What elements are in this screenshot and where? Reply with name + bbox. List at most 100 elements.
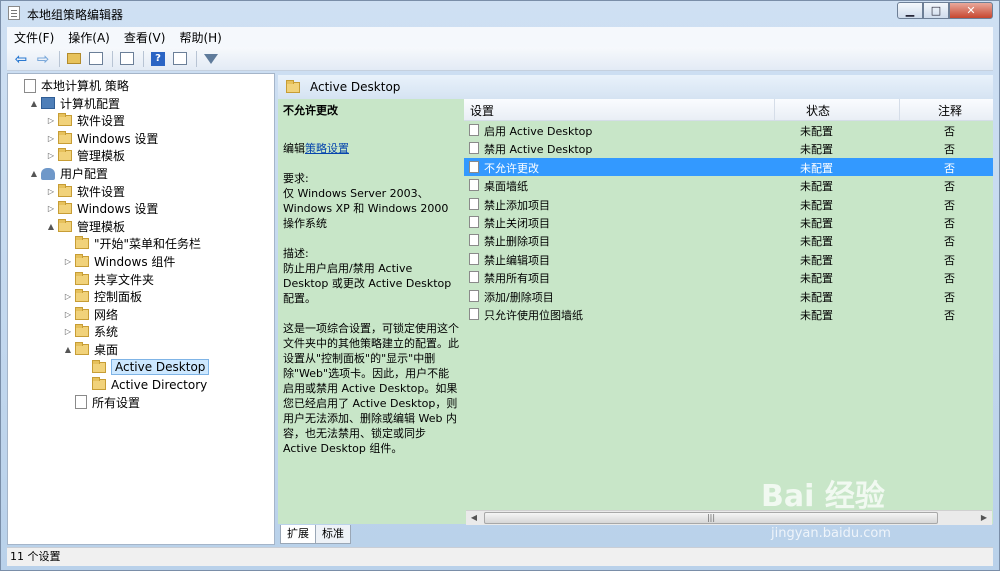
policy-tree[interactable]: 本地计算机 策略 ▲ 计算机配置 ▷ 软件设置 ▷ Windows 设置 ▷ 管理模板 ▲ 用户配置…: [7, 73, 275, 545]
show-hide-tree-icon[interactable]: [86, 49, 106, 69]
setting-name: 禁用所有项目: [484, 272, 550, 286]
expand-toggle-icon[interactable]: ▲: [46, 222, 56, 231]
tree-item[interactable]: ▷ 软件设置: [46, 112, 125, 129]
tree-item[interactable]: ▲ 用户配置: [29, 165, 108, 182]
tree-item[interactable]: ▷ 网络: [63, 306, 118, 323]
scroll-left-icon[interactable]: ◀: [467, 512, 481, 524]
tree-item[interactable]: 本地计算机 策略: [12, 77, 129, 94]
tree-item[interactable]: ▷ 控制面板: [63, 288, 142, 305]
setting-note: 否: [944, 272, 955, 286]
folder-icon: [92, 377, 106, 391]
table-row[interactable]: 禁止编辑项目 未配置 否: [464, 250, 993, 268]
maximize-button[interactable]: □: [923, 2, 949, 19]
back-arrow-icon[interactable]: ⇦: [11, 49, 31, 69]
tree-item[interactable]: ▲ 管理模板: [46, 218, 125, 235]
filter-icon[interactable]: [201, 49, 221, 69]
requirements: 要求: 仅 Windows Server 2003、Windows XP 和 Wi…: [283, 171, 459, 231]
tree-item[interactable]: ▲ 桌面: [63, 341, 118, 358]
expand-toggle-icon[interactable]: ▷: [46, 116, 56, 125]
menu-action[interactable]: 操作(A): [61, 29, 117, 46]
setting-state: 未配置: [800, 161, 833, 175]
tree-item-label: 软件设置: [77, 114, 126, 129]
horizontal-scrollbar[interactable]: ◀ ||| ▶: [466, 510, 992, 525]
setting-name: 禁止删除项目: [484, 235, 550, 249]
menu-view[interactable]: 查看(V): [117, 29, 173, 46]
settings-list[interactable]: 设置 状态 注释 启用 Active Desktop 未配置否禁用 Active …: [464, 99, 993, 524]
export-list-icon[interactable]: [117, 49, 137, 69]
scroll-right-icon[interactable]: ▶: [977, 512, 991, 524]
content-title: Active Desktop: [310, 80, 401, 94]
forward-arrow-icon[interactable]: ⇨: [33, 49, 53, 69]
expand-toggle-icon[interactable]: ▷: [46, 204, 56, 213]
tree-item-label: Active Directory: [111, 377, 208, 392]
tree-item-label: 用户配置: [60, 167, 109, 181]
table-row[interactable]: 禁用所有项目 未配置 否: [464, 268, 993, 286]
tab-extended[interactable]: 扩展: [280, 525, 316, 544]
column-note[interactable]: 注释: [938, 102, 962, 119]
tree-item[interactable]: ▷ Windows 组件: [63, 253, 175, 270]
expand-toggle-icon[interactable]: ▷: [46, 151, 56, 160]
tree-item[interactable]: ▷ 管理模板: [46, 147, 125, 164]
help-icon[interactable]: ?: [148, 49, 168, 69]
tree-item[interactable]: 共享文件夹: [63, 271, 154, 288]
policy-setting-icon: [469, 142, 479, 155]
table-row[interactable]: 禁用 Active Desktop 未配置 否: [464, 139, 993, 157]
table-row[interactable]: 禁止关闭项目 未配置 否: [464, 213, 993, 231]
menu-file[interactable]: 文件(F): [7, 29, 61, 46]
title-bar[interactable]: 本地组策略编辑器 ▁ □ ✕: [1, 1, 999, 25]
tab-standard[interactable]: 标准: [315, 525, 351, 544]
table-row[interactable]: 禁止添加项目 未配置 否: [464, 195, 993, 213]
setting-state: 未配置: [800, 143, 833, 157]
app-icon: [8, 6, 20, 20]
expand-toggle-icon[interactable]: ▲: [29, 99, 39, 108]
policy-settings-link[interactable]: 策略设置: [305, 142, 349, 155]
expand-toggle-icon[interactable]: ▷: [46, 187, 56, 196]
expand-toggle-icon[interactable]: ▲: [63, 345, 73, 354]
column-divider[interactable]: [899, 99, 900, 120]
table-row[interactable]: 桌面墙纸 未配置 否: [464, 176, 993, 194]
column-setting[interactable]: 设置: [470, 102, 494, 119]
tree-item[interactable]: ▷ 系统: [63, 323, 118, 340]
close-button[interactable]: ✕: [949, 2, 993, 19]
table-row[interactable]: 启用 Active Desktop 未配置 否: [464, 121, 993, 139]
tree-item-label: 系统: [94, 325, 119, 340]
column-divider[interactable]: [774, 99, 775, 120]
expand-toggle-icon[interactable]: ▷: [63, 310, 73, 319]
table-row[interactable]: 只允许使用位图墙纸 未配置 否: [464, 305, 993, 323]
tree-item[interactable]: ▲ 计算机配置: [29, 95, 120, 112]
expand-toggle-icon[interactable]: ▷: [63, 257, 73, 266]
window-controls: ▁ □ ✕: [897, 2, 993, 20]
setting-state: 未配置: [800, 198, 833, 212]
expand-toggle-icon[interactable]: ▲: [29, 169, 39, 178]
table-row[interactable]: 添加/删除项目 未配置 否: [464, 287, 993, 305]
policy-setting-icon: [469, 160, 479, 173]
tree-item[interactable]: ▷ 软件设置: [46, 183, 125, 200]
table-row[interactable]: 禁止删除项目 未配置 否: [464, 231, 993, 249]
setting-state: 未配置: [800, 290, 833, 304]
setting-state: 未配置: [800, 272, 833, 286]
column-state[interactable]: 状态: [806, 102, 830, 119]
minimize-button[interactable]: ▁: [897, 2, 923, 19]
expand-toggle-icon[interactable]: ▷: [63, 327, 73, 336]
setting-note: 否: [944, 198, 955, 212]
policy-setting-icon: [469, 216, 479, 228]
tree-item[interactable]: ▷ Windows 设置: [46, 130, 158, 147]
tree-item[interactable]: ▷ Windows 设置: [46, 200, 158, 217]
expand-toggle-icon[interactable]: ▷: [46, 134, 56, 143]
properties-icon[interactable]: [170, 49, 190, 69]
policy-setting-icon: [469, 252, 479, 265]
description-label: 描述:: [283, 247, 309, 260]
tree-item[interactable]: Active Desktop: [80, 359, 210, 376]
setting-note: 否: [944, 125, 955, 138]
table-row[interactable]: 不允许更改 未配置 否: [464, 157, 993, 176]
content-header: Active Desktop: [278, 75, 993, 99]
tree-item[interactable]: Active Directory: [80, 376, 207, 393]
menu-help[interactable]: 帮助(H): [172, 29, 228, 46]
setting-note: 否: [944, 235, 955, 249]
up-folder-icon[interactable]: [64, 49, 84, 69]
expand-toggle-icon[interactable]: ▷: [63, 292, 73, 301]
policy-setting-icon: [469, 124, 479, 136]
setting-name: 禁止编辑项目: [484, 253, 550, 267]
tree-item[interactable]: 所有设置: [63, 394, 140, 411]
tree-item[interactable]: "开始"菜单和任务栏: [63, 235, 201, 252]
